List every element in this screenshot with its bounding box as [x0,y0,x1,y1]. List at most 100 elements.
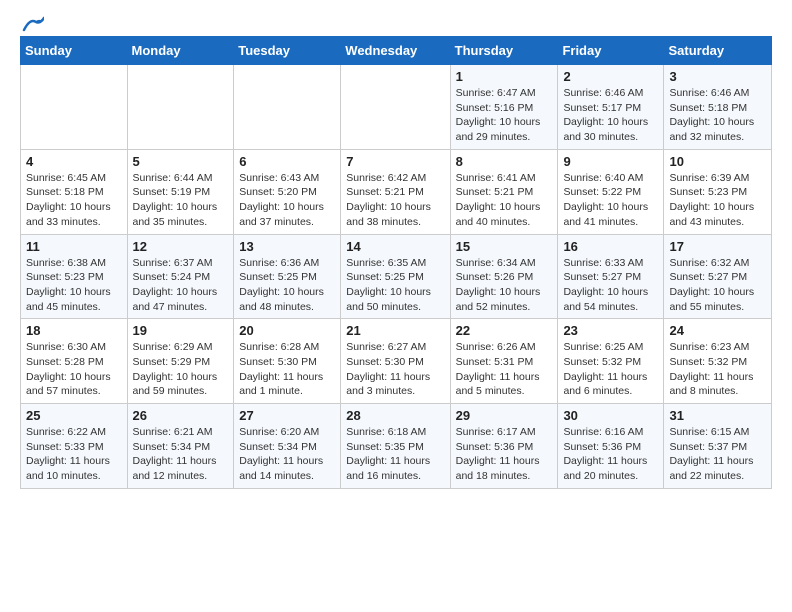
day-info: Sunrise: 6:34 AM Sunset: 5:26 PM Dayligh… [456,256,553,315]
day-cell: 3Sunrise: 6:46 AM Sunset: 5:18 PM Daylig… [664,65,772,150]
calendar-body: 1 Sunrise: 6:47 AM Sunset: 5:16 PM Daylig… [21,65,772,489]
day-number: 27 [239,408,335,423]
day-cell: 11 Sunrise: 6:38 AM Sunset: 5:23 PM Dayli… [21,234,128,319]
day-number: 28 [346,408,444,423]
day-info: Sunrise: 6:38 AM Sunset: 5:23 PM Dayligh… [26,256,122,315]
day-number: 25 [26,408,122,423]
day-number: 4 [26,154,122,169]
day-info: Sunrise: 6:47 AM Sunset: 5:16 PM Dayligh… [456,86,553,145]
day-number: 31 [669,408,766,423]
day-info: Sunrise: 6:40 AM Sunset: 5:22 PM Dayligh… [563,171,658,230]
day-number: 7 [346,154,444,169]
day-cell: 5 Sunrise: 6:44 AM Sunset: 5:19 PM Daylig… [127,149,234,234]
day-cell [234,65,341,150]
col-monday: Monday [127,37,234,65]
day-cell: 30 Sunrise: 6:16 AM Sunset: 5:36 PM Dayli… [558,404,664,489]
day-cell: 24 Sunrise: 6:23 AM Sunset: 5:32 PM Dayli… [664,319,772,404]
day-info: Sunrise: 6:15 AM Sunset: 5:37 PM Dayligh… [669,425,766,484]
week-row-4: 18 Sunrise: 6:30 AM Sunset: 5:28 PM Dayli… [21,319,772,404]
day-number: 8 [456,154,553,169]
day-number: 11 [26,239,122,254]
col-sunday: Sunday [21,37,128,65]
day-info: Sunrise: 6:22 AM Sunset: 5:33 PM Dayligh… [26,425,122,484]
day-number: 2 [563,69,658,84]
col-tuesday: Tuesday [234,37,341,65]
day-info: Sunrise: 6:30 AM Sunset: 5:28 PM Dayligh… [26,340,122,399]
day-info: Sunrise: 6:45 AM Sunset: 5:18 PM Dayligh… [26,171,122,230]
day-cell: 31 Sunrise: 6:15 AM Sunset: 5:37 PM Dayli… [664,404,772,489]
week-row-1: 1 Sunrise: 6:47 AM Sunset: 5:16 PM Daylig… [21,65,772,150]
day-info: Sunrise: 6:26 AM Sunset: 5:31 PM Dayligh… [456,340,553,399]
day-cell: 28Sunrise: 6:18 AM Sunset: 5:35 PM Dayli… [341,404,450,489]
day-cell [127,65,234,150]
header [20,16,772,28]
day-info: Sunrise: 6:41 AM Sunset: 5:21 PM Dayligh… [456,171,553,230]
day-cell: 15 Sunrise: 6:34 AM Sunset: 5:26 PM Dayli… [450,234,558,319]
bird-icon [22,16,44,32]
day-number: 10 [669,154,766,169]
day-cell: 20 Sunrise: 6:28 AM Sunset: 5:30 PM Dayli… [234,319,341,404]
col-wednesday: Wednesday [341,37,450,65]
day-info: Sunrise: 6:37 AM Sunset: 5:24 PM Dayligh… [133,256,229,315]
day-cell: 18 Sunrise: 6:30 AM Sunset: 5:28 PM Dayli… [21,319,128,404]
day-number: 15 [456,239,553,254]
day-info: Sunrise: 6:35 AM Sunset: 5:25 PM Dayligh… [346,256,444,315]
day-number: 1 [456,69,553,84]
col-saturday: Saturday [664,37,772,65]
day-cell: 1 Sunrise: 6:47 AM Sunset: 5:16 PM Daylig… [450,65,558,150]
day-number: 16 [563,239,658,254]
day-cell: 16 Sunrise: 6:33 AM Sunset: 5:27 PM Dayli… [558,234,664,319]
day-number: 26 [133,408,229,423]
day-number: 17 [669,239,766,254]
day-info: Sunrise: 6:39 AM Sunset: 5:23 PM Dayligh… [669,171,766,230]
day-number: 6 [239,154,335,169]
day-number: 19 [133,323,229,338]
day-info: Sunrise: 6:36 AM Sunset: 5:25 PM Dayligh… [239,256,335,315]
day-cell: 6 Sunrise: 6:43 AM Sunset: 5:20 PM Daylig… [234,149,341,234]
day-number: 12 [133,239,229,254]
day-cell: 7 Sunrise: 6:42 AM Sunset: 5:21 PM Daylig… [341,149,450,234]
day-info: Sunrise: 6:23 AM Sunset: 5:32 PM Dayligh… [669,340,766,399]
day-info: Sunrise: 6:43 AM Sunset: 5:20 PM Dayligh… [239,171,335,230]
week-row-5: 25 Sunrise: 6:22 AM Sunset: 5:33 PM Dayli… [21,404,772,489]
day-cell: 14Sunrise: 6:35 AM Sunset: 5:25 PM Dayli… [341,234,450,319]
day-cell: 29Sunrise: 6:17 AM Sunset: 5:36 PM Dayli… [450,404,558,489]
day-number: 13 [239,239,335,254]
day-info: Sunrise: 6:33 AM Sunset: 5:27 PM Dayligh… [563,256,658,315]
day-cell: 13 Sunrise: 6:36 AM Sunset: 5:25 PM Dayli… [234,234,341,319]
day-number: 5 [133,154,229,169]
day-number: 24 [669,323,766,338]
day-cell: 4 Sunrise: 6:45 AM Sunset: 5:18 PM Daylig… [21,149,128,234]
day-number: 29 [456,408,553,423]
day-cell: 22 Sunrise: 6:26 AM Sunset: 5:31 PM Dayli… [450,319,558,404]
day-info: Sunrise: 6:20 AM Sunset: 5:34 PM Dayligh… [239,425,335,484]
day-info: Sunrise: 6:46 AM Sunset: 5:18 PM Dayligh… [669,86,766,145]
day-number: 23 [563,323,658,338]
week-row-2: 4 Sunrise: 6:45 AM Sunset: 5:18 PM Daylig… [21,149,772,234]
day-cell: 9 Sunrise: 6:40 AM Sunset: 5:22 PM Daylig… [558,149,664,234]
calendar-table: Sunday Monday Tuesday Wednesday Thursday… [20,36,772,489]
col-friday: Friday [558,37,664,65]
day-number: 22 [456,323,553,338]
day-number: 21 [346,323,444,338]
day-info: Sunrise: 6:28 AM Sunset: 5:30 PM Dayligh… [239,340,335,399]
day-info: Sunrise: 6:44 AM Sunset: 5:19 PM Dayligh… [133,171,229,230]
calendar-header: Sunday Monday Tuesday Wednesday Thursday… [21,37,772,65]
day-number: 20 [239,323,335,338]
day-cell: 23Sunrise: 6:25 AM Sunset: 5:32 PM Dayli… [558,319,664,404]
day-cell: 10 Sunrise: 6:39 AM Sunset: 5:23 PM Dayli… [664,149,772,234]
header-row: Sunday Monday Tuesday Wednesday Thursday… [21,37,772,65]
day-number: 18 [26,323,122,338]
day-number: 30 [563,408,658,423]
day-info: Sunrise: 6:42 AM Sunset: 5:21 PM Dayligh… [346,171,444,230]
day-cell: 25 Sunrise: 6:22 AM Sunset: 5:33 PM Dayli… [21,404,128,489]
day-info: Sunrise: 6:16 AM Sunset: 5:36 PM Dayligh… [563,425,658,484]
week-row-3: 11 Sunrise: 6:38 AM Sunset: 5:23 PM Dayli… [21,234,772,319]
day-info: Sunrise: 6:46 AM Sunset: 5:17 PM Dayligh… [563,86,658,145]
day-cell: 17Sunrise: 6:32 AM Sunset: 5:27 PM Dayli… [664,234,772,319]
day-info: Sunrise: 6:29 AM Sunset: 5:29 PM Dayligh… [133,340,229,399]
day-cell [21,65,128,150]
day-cell: 8 Sunrise: 6:41 AM Sunset: 5:21 PM Daylig… [450,149,558,234]
col-thursday: Thursday [450,37,558,65]
day-number: 9 [563,154,658,169]
